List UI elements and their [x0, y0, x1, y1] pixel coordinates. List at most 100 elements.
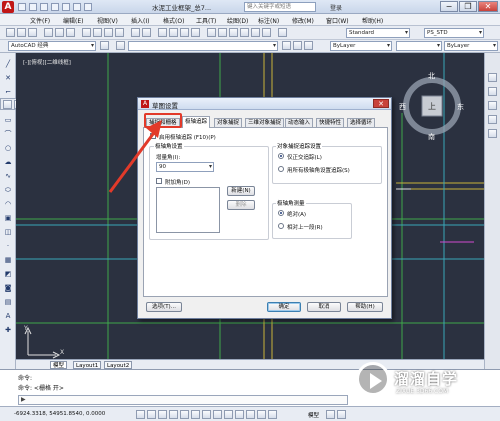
quick-properties-icon[interactable]: [268, 410, 277, 419]
menu-window[interactable]: 窗口(W): [326, 16, 349, 25]
plot-icon[interactable]: [44, 28, 53, 37]
compass-south[interactable]: 南: [428, 132, 435, 142]
help-button[interactable]: 帮助(H): [347, 302, 383, 312]
snap-tool-icon[interactable]: [3, 100, 12, 109]
workspace-settings-icon[interactable]: [100, 41, 109, 50]
zoom-window-icon[interactable]: [180, 28, 189, 37]
open-icon[interactable]: [17, 28, 26, 37]
layer-select[interactable]: [128, 41, 278, 51]
publish-icon[interactable]: [66, 28, 75, 37]
compass-west[interactable]: 西: [399, 102, 406, 112]
close-button[interactable]: ✕: [478, 1, 498, 12]
properties-icon[interactable]: [207, 28, 216, 37]
viewcube[interactable]: 北 南 东 西 上: [397, 71, 467, 141]
menu-help[interactable]: 帮助(H): [362, 16, 383, 25]
ok-button[interactable]: 确定: [267, 302, 301, 312]
dynamic-input-icon[interactable]: [235, 410, 244, 419]
model-space-button[interactable]: 模型: [308, 411, 319, 419]
linetype-control-select[interactable]: [396, 41, 442, 51]
qnew-icon[interactable]: [6, 28, 15, 37]
tab-polar-tracking[interactable]: 极轴追踪: [182, 116, 211, 128]
construction-line-icon[interactable]: ✕: [3, 73, 13, 83]
new-angle-button[interactable]: 新建(N): [227, 186, 255, 196]
insert-block-icon[interactable]: ▣: [3, 213, 13, 223]
match-properties-icon[interactable]: [115, 28, 124, 37]
tab-layout2[interactable]: Layout2: [104, 361, 133, 369]
delete-angle-button[interactable]: 删除: [227, 200, 255, 210]
menu-insert[interactable]: 插入(I): [131, 16, 149, 25]
all-polar-angles-radio[interactable]: [278, 166, 284, 172]
menu-edit[interactable]: 编辑(E): [63, 16, 83, 25]
viewport-controls-label[interactable]: [-][俯视][二维线框]: [23, 58, 71, 66]
revision-cloud-icon[interactable]: ☁: [3, 157, 13, 167]
viewcube-top-face[interactable]: 上: [428, 101, 436, 112]
markup-icon[interactable]: [251, 28, 260, 37]
print-icon[interactable]: [62, 3, 70, 11]
paste-icon[interactable]: [104, 28, 113, 37]
saveas-icon[interactable]: [51, 3, 59, 11]
transparency-icon[interactable]: [257, 410, 266, 419]
menu-view[interactable]: 视图(V): [97, 16, 118, 25]
snap-mode-icon[interactable]: [147, 410, 156, 419]
redo-icon[interactable]: [84, 3, 92, 11]
orthogonal-only-radio[interactable]: [278, 153, 284, 159]
new-icon[interactable]: [18, 3, 26, 11]
infer-constraints-icon[interactable]: [136, 410, 145, 419]
text-style-select[interactable]: Standard: [346, 28, 410, 38]
rectangle-icon[interactable]: ▭: [3, 115, 13, 125]
quick-view-layouts-icon[interactable]: [326, 410, 335, 419]
compass-east[interactable]: 东: [457, 102, 464, 112]
steering-wheel-icon[interactable]: [488, 73, 497, 82]
compass-north[interactable]: 北: [428, 71, 435, 81]
tab-layout1[interactable]: Layout1: [73, 361, 102, 369]
lineweight-control-select[interactable]: ByLayer: [444, 41, 498, 51]
layer-isolate-icon[interactable]: [304, 41, 313, 50]
command-input[interactable]: ▶: [18, 395, 348, 405]
tool-palettes-icon[interactable]: [229, 28, 238, 37]
save-icon[interactable]: [28, 28, 37, 37]
save-icon[interactable]: [40, 3, 48, 11]
add-selected-icon[interactable]: ✚: [3, 325, 13, 335]
point-icon[interactable]: ·: [3, 241, 13, 251]
cut-icon[interactable]: [82, 28, 91, 37]
search-input[interactable]: 键入关键字或短语: [244, 2, 316, 12]
coordinate-readout[interactable]: -6924.3318, 54951.8540, 0.0000: [14, 411, 105, 417]
grid-display-icon[interactable]: [158, 410, 167, 419]
zoom-realtime-icon[interactable]: [169, 28, 178, 37]
polar-tracking-icon[interactable]: [180, 410, 189, 419]
open-icon[interactable]: [29, 3, 37, 11]
circle-icon[interactable]: ○: [3, 143, 13, 153]
sheet-set-icon[interactable]: [240, 28, 249, 37]
cancel-button[interactable]: 取消: [307, 302, 341, 312]
zoom-nav-icon[interactable]: [488, 101, 497, 110]
options-button[interactable]: 选项(T)...: [146, 302, 182, 312]
ellipse-icon[interactable]: ⬭: [3, 185, 13, 195]
hatch-icon[interactable]: ▦: [3, 255, 13, 265]
relative-last-segment-radio[interactable]: [278, 223, 284, 229]
design-center-icon[interactable]: [218, 28, 227, 37]
menu-tools[interactable]: 工具(T): [196, 16, 216, 25]
layer-properties-icon[interactable]: [116, 41, 125, 50]
dynamic-ucs-icon[interactable]: [224, 410, 233, 419]
autocad-logo-icon[interactable]: A: [2, 1, 14, 13]
menu-draw[interactable]: 绘图(D): [227, 16, 248, 25]
tab-model[interactable]: 模型: [50, 361, 68, 369]
arc-icon[interactable]: ⌒: [3, 129, 13, 139]
layer-previous-icon[interactable]: [293, 41, 302, 50]
polyline-icon[interactable]: ⌐: [3, 87, 13, 97]
restore-button[interactable]: ❐: [459, 1, 477, 12]
preview-icon[interactable]: [55, 28, 64, 37]
line-icon[interactable]: ╱: [3, 59, 13, 69]
object-snap-icon[interactable]: [191, 410, 200, 419]
menu-format[interactable]: 格式(O): [163, 16, 184, 25]
menu-file[interactable]: 文件(F): [30, 16, 50, 25]
undo-icon[interactable]: [73, 3, 81, 11]
ortho-mode-icon[interactable]: [169, 410, 178, 419]
quick-view-drawings-icon[interactable]: [337, 410, 346, 419]
pan-icon[interactable]: [158, 28, 167, 37]
workspace-select[interactable]: AutoCAD 经典: [8, 41, 96, 51]
3d-object-snap-icon[interactable]: [202, 410, 211, 419]
make-current-layer-icon[interactable]: [282, 41, 291, 50]
undo-icon[interactable]: [131, 28, 140, 37]
minimize-button[interactable]: −: [440, 1, 458, 12]
